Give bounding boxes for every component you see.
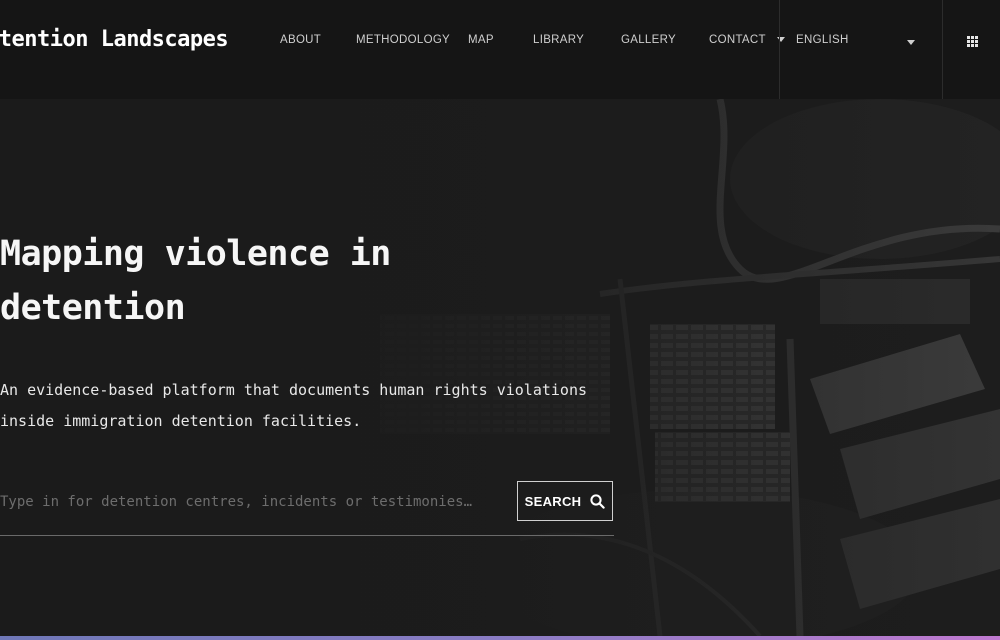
nav-contact[interactable]: CONTACT [709,34,786,46]
site-logo[interactable]: etention Landscapes [0,27,229,52]
next-section-edge [0,636,1000,640]
nav-library[interactable]: LIBRARY [533,34,584,46]
hero-subtitle: An evidence-based platform that document… [0,381,587,430]
search-button[interactable]: SEARCH [517,481,613,521]
apps-menu-button[interactable] [943,0,1000,99]
hero-title: Mapping violence in detention [0,234,391,328]
nav-gallery[interactable]: GALLERY [621,34,676,46]
background-overlay [0,99,1000,636]
grid-icon [967,36,978,47]
hero-section: Mapping violence in detention An evidenc… [0,99,1000,636]
site-header: etention Landscapes ABOUT METHODOLOGY MA… [0,0,1000,99]
search-icon [590,493,606,509]
nav-contact-label: CONTACT [709,34,766,46]
chevron-down-icon [907,40,915,45]
nav-map[interactable]: MAP [468,34,494,46]
language-label: ENGLISH [796,34,849,46]
search-button-label: SEARCH [524,493,582,509]
search-underline [0,535,614,536]
nav-about[interactable]: ABOUT [280,34,321,46]
language-select[interactable]: ENGLISH [780,0,942,99]
nav-methodology[interactable]: METHODOLOGY [356,34,450,46]
search-input[interactable] [0,487,500,517]
